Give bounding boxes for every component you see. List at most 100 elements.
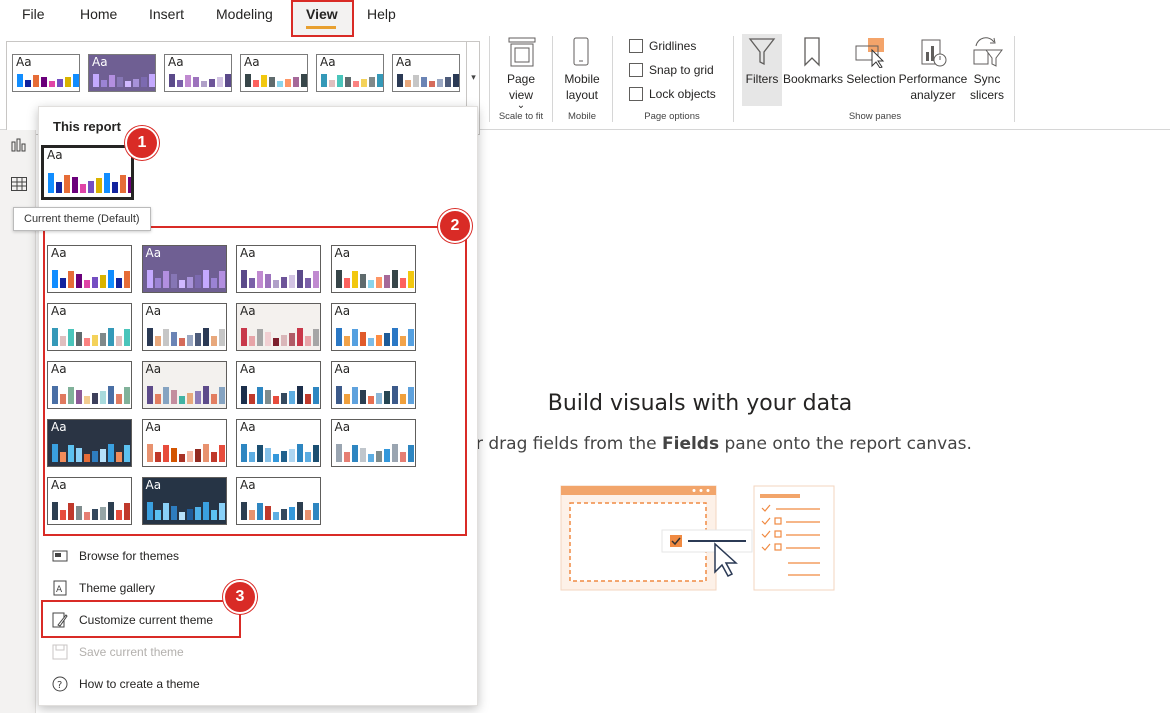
theme-swatch-bar <box>265 390 271 404</box>
filters-button[interactable]: Filters <box>742 71 782 87</box>
page-view-button[interactable]: Page view ⌄ <box>497 71 545 111</box>
ribbon-theme-option[interactable]: Aa <box>240 54 308 92</box>
theme-option[interactable]: Aa <box>236 303 321 351</box>
theme-option[interactable]: Aa <box>330 361 416 409</box>
theme-swatch-bar <box>367 396 374 404</box>
gallery-icon: A <box>51 579 69 597</box>
menu-file[interactable]: File <box>22 6 45 22</box>
theme-option[interactable]: Aa <box>141 245 227 293</box>
theme-swatch-bar <box>146 502 153 520</box>
theme-swatch-bar <box>313 271 319 288</box>
sync-slicers-button[interactable]: Sync slicers <box>966 71 1008 103</box>
gridlines-checkbox[interactable]: Gridlines <box>629 39 696 53</box>
current-theme-thumbnail[interactable]: Aa <box>41 145 134 200</box>
theme-option[interactable]: Aa <box>47 361 132 409</box>
theme-bars <box>241 328 320 346</box>
theme-swatch-bar <box>202 444 209 462</box>
browse-for-themes-label: Browse for themes <box>79 549 180 563</box>
theme-swatch-bar <box>194 507 201 520</box>
theme-bars <box>146 444 226 462</box>
theme-option[interactable]: Aa <box>330 245 416 293</box>
theme-option[interactable]: Aa <box>330 303 416 351</box>
theme-swatch-bar <box>265 332 271 346</box>
theme-aa-label: Aa <box>240 304 256 318</box>
theme-option[interactable]: Aa <box>47 477 132 525</box>
theme-swatch-bar <box>297 328 303 346</box>
theme-swatch-bar <box>413 75 419 87</box>
theme-swatch-bar <box>108 270 114 288</box>
theme-swatch-bar <box>116 510 122 520</box>
theme-swatch-bar <box>60 336 66 346</box>
mobile-layout-button[interactable]: Mobile layout <box>556 71 608 103</box>
theme-swatch-bar <box>249 510 255 520</box>
bookmarks-button[interactable]: Bookmarks <box>783 71 843 87</box>
theme-swatch-bar <box>297 444 303 462</box>
theme-swatch-bar <box>359 390 366 404</box>
theme-swatch-bar <box>170 390 177 404</box>
menu-view[interactable]: View <box>306 6 338 22</box>
theme-option[interactable]: Aa <box>330 419 416 467</box>
theme-swatch-bar <box>124 503 130 520</box>
theme-swatch-bar <box>201 81 207 87</box>
theme-aa-label: Aa <box>145 362 162 376</box>
this-report-heading: This report <box>53 119 121 134</box>
theme-option[interactable]: Aa <box>47 419 132 467</box>
theme-swatch-bar <box>154 336 161 346</box>
theme-swatch-bar <box>273 280 279 288</box>
selection-button[interactable]: Selection <box>845 71 897 87</box>
theme-swatch-bar <box>217 77 223 87</box>
theme-option[interactable]: Aa <box>47 245 132 293</box>
ribbon-theme-option[interactable]: Aa <box>316 54 384 92</box>
theme-swatch-bar <box>241 328 247 346</box>
theme-option[interactable]: Aa <box>141 477 227 525</box>
menu-insert[interactable]: Insert <box>149 6 184 22</box>
browse-for-themes-item[interactable]: Browse for themes <box>51 543 179 569</box>
theme-aa-label: Aa <box>240 420 256 434</box>
theme-swatch-bar <box>345 77 351 87</box>
theme-swatch-bar <box>343 336 350 346</box>
theme-bars <box>52 270 131 288</box>
ribbon-theme-option[interactable]: Aa <box>88 54 156 92</box>
theme-swatch-bar <box>399 336 406 346</box>
theme-swatch-bar <box>265 506 271 520</box>
theme-swatch-bar <box>391 328 398 346</box>
menu-home[interactable]: Home <box>80 6 117 22</box>
menu-modeling[interactable]: Modeling <box>216 6 273 22</box>
ribbon-theme-option[interactable]: Aa <box>12 54 80 92</box>
canvas-subtitle-prefix: r drag fields from the <box>476 434 662 454</box>
theme-swatch-bar <box>100 507 106 520</box>
ribbon-theme-option[interactable]: Aa <box>164 54 232 92</box>
table-view-icon[interactable] <box>10 176 28 197</box>
theme-swatch-bar <box>335 386 342 404</box>
ribbon-theme-option[interactable]: Aa <box>392 54 460 92</box>
theme-bars <box>241 502 320 520</box>
theme-swatch-bar <box>100 449 106 462</box>
theme-swatch-bar <box>146 386 153 404</box>
theme-option[interactable]: Aa <box>236 477 321 525</box>
theme-option[interactable]: Aa <box>141 303 227 351</box>
how-to-create-a-theme-item[interactable]: ? How to create a theme <box>51 671 200 697</box>
theme-aa-label: Aa <box>244 55 260 69</box>
theme-aa-label: Aa <box>145 478 162 492</box>
theme-swatch-bar <box>68 503 74 520</box>
theme-option[interactable]: Aa <box>141 361 227 409</box>
theme-option[interactable]: Aa <box>236 419 321 467</box>
report-view-icon[interactable] <box>10 136 28 157</box>
theme-bars <box>93 74 155 87</box>
theme-option[interactable]: Aa <box>236 361 321 409</box>
theme-option[interactable]: Aa <box>47 303 132 351</box>
theme-swatch-bar <box>351 445 358 462</box>
theme-aa-label: Aa <box>334 362 351 376</box>
theme-gallery-item[interactable]: A Theme gallery <box>51 575 155 601</box>
theme-swatch-bar <box>257 387 263 404</box>
theme-swatch-bar <box>399 394 406 404</box>
snap-to-grid-checkbox[interactable]: Snap to grid <box>629 63 714 77</box>
theme-swatch-bar <box>225 74 231 87</box>
theme-aa-label: Aa <box>240 478 256 492</box>
menu-help[interactable]: Help <box>367 6 396 22</box>
theme-option[interactable]: Aa <box>236 245 321 293</box>
theme-option[interactable]: Aa <box>141 419 227 467</box>
theme-swatch-bar <box>257 503 263 520</box>
performance-analyzer-button[interactable]: Performance analyzer <box>897 71 969 103</box>
lock-objects-checkbox[interactable]: Lock objects <box>629 87 716 101</box>
